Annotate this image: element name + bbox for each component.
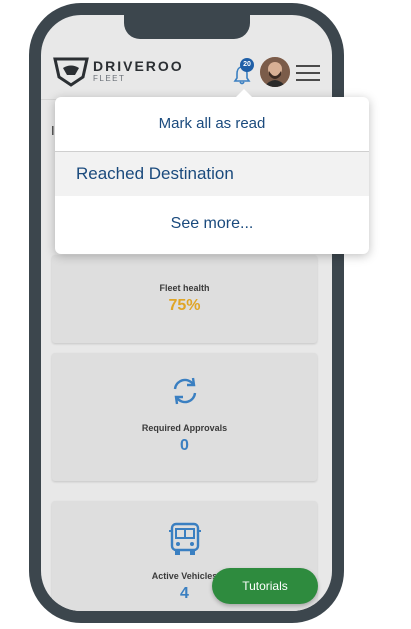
phone-frame: DRIVEROO FLEET 20 I Fleet health 75% Req… — [29, 3, 344, 623]
required-approvals-value: 0 — [180, 437, 189, 454]
fleet-health-card[interactable]: Fleet health 75% — [52, 255, 317, 343]
refresh-icon — [173, 377, 196, 405]
notification-badge: 20 — [240, 58, 254, 72]
bus-icon — [168, 522, 201, 555]
hamburger-menu-button[interactable] — [296, 65, 320, 81]
see-more-link[interactable]: See more... — [55, 201, 369, 247]
hamburger-icon — [296, 65, 320, 67]
app-header: DRIVEROO FLEET 20 — [41, 45, 332, 100]
notification-item[interactable]: Reached Destination — [55, 152, 369, 196]
avatar[interactable] — [260, 57, 290, 87]
notifications-dropdown: Mark all as read Reached Destination See… — [55, 89, 369, 254]
required-approvals-label: Required Approvals — [141, 423, 228, 433]
fleet-health-label: Fleet health — [159, 283, 210, 293]
phone-notch — [124, 15, 250, 39]
brand-name: DRIVEROO — [93, 58, 184, 74]
required-approvals-card[interactable]: Required Approvals 0 — [52, 353, 317, 481]
user-avatar-icon — [260, 57, 290, 87]
fleet-health-value: 75% — [168, 297, 201, 314]
driveroo-logo-icon — [53, 57, 89, 87]
tutorials-button[interactable]: Tutorials — [212, 568, 318, 604]
mark-all-read-button[interactable]: Mark all as read — [55, 97, 369, 151]
brand-subtitle: FLEET — [93, 74, 126, 83]
